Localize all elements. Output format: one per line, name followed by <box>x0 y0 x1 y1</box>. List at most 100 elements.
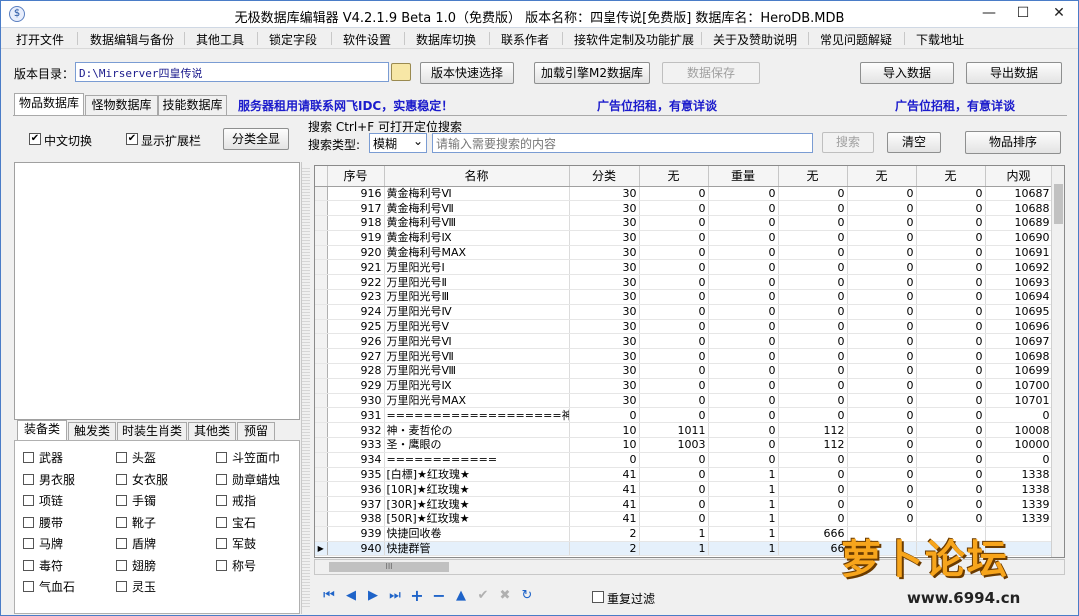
cat-shield[interactable]: 盾牌 <box>116 535 156 552</box>
table-cell[interactable]: 0 <box>708 363 779 379</box>
first-record-icon[interactable]: ⏮ <box>321 589 337 603</box>
table-cell[interactable]: 0 <box>708 230 779 246</box>
last-record-icon[interactable]: ⏭ <box>387 589 403 603</box>
checkbox[interactable] <box>116 581 127 592</box>
table-cell[interactable]: 30 <box>569 348 640 365</box>
table-cell[interactable]: 0 <box>847 186 917 202</box>
table-cell[interactable]: 2 <box>569 526 640 542</box>
row-indicator[interactable] <box>315 496 328 513</box>
table-cell[interactable]: 0 <box>847 333 917 350</box>
checkbox[interactable] <box>116 560 127 571</box>
table-cell[interactable]: 万里阳光号MAX <box>384 393 570 409</box>
search-input[interactable]: 请输入需要搜索的内容 <box>432 133 813 153</box>
table-cell[interactable]: ============ <box>384 452 570 468</box>
table-cell[interactable]: 10687 <box>985 186 1053 202</box>
table-cell[interactable]: 0 <box>916 496 986 513</box>
table-cell[interactable]: 931 <box>327 407 385 424</box>
table-cell[interactable]: 0 <box>847 496 917 513</box>
table-cell[interactable]: 万里阳光号Ⅲ <box>384 289 570 305</box>
table-cell[interactable]: 917 <box>327 200 385 217</box>
table-cell[interactable]: 30 <box>569 319 640 335</box>
table-cell[interactable]: 快捷群管 <box>384 541 570 557</box>
table-cell[interactable]: 0 <box>847 274 917 291</box>
table-cell[interactable]: 万里阳光号Ⅱ <box>384 274 570 291</box>
table-cell[interactable]: 0 <box>847 289 917 305</box>
cat-gem[interactable]: 宝石 <box>216 514 256 531</box>
table-cell[interactable]: 10 <box>569 422 640 439</box>
table-cell[interactable]: 935 <box>327 467 385 483</box>
table-cell[interactable]: [白標]★红玫瑰★ <box>384 467 570 483</box>
table-cell[interactable]: 0 <box>916 259 986 276</box>
table-cell[interactable]: [10R]★红玫瑰★ <box>384 481 570 498</box>
table-cell[interactable]: 万里阳光号Ⅵ <box>384 333 570 350</box>
table-cell[interactable]: 0 <box>847 452 917 468</box>
row-indicator[interactable] <box>315 481 328 498</box>
table-cell[interactable]: 30 <box>569 304 640 320</box>
table-cell[interactable]: 万里阳光号Ⅰ <box>384 259 570 276</box>
table-cell[interactable]: 934 <box>327 452 385 468</box>
table-cell[interactable]: 0 <box>916 378 986 394</box>
table-cell[interactable]: 41 <box>569 481 640 498</box>
table-cell[interactable]: 0 <box>916 186 986 202</box>
table-cell[interactable]: 0 <box>778 200 848 217</box>
table-cell[interactable]: 0 <box>847 407 917 424</box>
table-cell[interactable]: 1011 <box>639 422 709 439</box>
tab-item-db[interactable]: 物品数据库 <box>14 93 84 115</box>
table-cell[interactable]: 0 <box>778 259 848 276</box>
table-cell[interactable]: 0 <box>778 333 848 350</box>
table-cell[interactable]: 万里阳光号Ⅸ <box>384 378 570 394</box>
minimize-button[interactable]: — <box>972 1 1006 27</box>
table-cell[interactable]: 10000 <box>985 437 1053 453</box>
search-type-select[interactable]: 模糊 ⌄ <box>369 133 427 153</box>
table-cell[interactable]: 0 <box>639 511 709 527</box>
row-indicator[interactable] <box>315 467 328 483</box>
table-cell[interactable]: 0 <box>916 363 986 379</box>
col-header-none-2[interactable]: 无 <box>778 166 848 187</box>
table-cell[interactable]: 0 <box>847 363 917 379</box>
tab-monster-db[interactable]: 怪物数据库 <box>85 95 158 115</box>
cat-helmet[interactable]: 头盔 <box>116 449 156 466</box>
table-cell[interactable]: 2 <box>569 541 640 557</box>
table-cell[interactable]: 0 <box>639 186 709 202</box>
checkbox[interactable] <box>23 452 34 463</box>
table-cell[interactable]: 939 <box>327 526 385 542</box>
table-cell[interactable]: 0 <box>847 304 917 320</box>
table-cell[interactable]: 0 <box>916 333 986 350</box>
table-row[interactable]: 920 黄金梅利号MAX 30 0 0 0 0 0 10691 <box>315 245 1053 261</box>
table-cell[interactable]: 925 <box>327 319 385 335</box>
table-cell[interactable]: 937 <box>327 496 385 513</box>
table-cell[interactable]: 0 <box>778 481 848 498</box>
row-indicator[interactable] <box>315 304 328 320</box>
col-header-weight[interactable]: 重量 <box>708 166 779 187</box>
checkbox[interactable] <box>116 495 127 506</box>
row-indicator[interactable] <box>315 511 328 527</box>
table-cell[interactable]: 0 <box>847 378 917 394</box>
table-cell[interactable]: 10690 <box>985 230 1053 246</box>
table-cell[interactable]: 921 <box>327 259 385 276</box>
table-cell[interactable]: 0 <box>778 230 848 246</box>
cat-wings[interactable]: 翅膀 <box>116 557 156 574</box>
row-indicator[interactable] <box>315 186 328 202</box>
row-indicator[interactable] <box>315 259 328 276</box>
save-data-button[interactable]: 数据保存 <box>662 62 760 84</box>
row-indicator[interactable] <box>315 274 328 291</box>
table-cell[interactable]: 1 <box>708 541 779 557</box>
row-indicator[interactable] <box>315 333 328 350</box>
table-row[interactable]: 934 ============ 0 0 0 0 0 0 0 <box>315 452 1053 468</box>
table-cell[interactable]: 0 <box>639 215 709 231</box>
table-cell[interactable]: 0 <box>847 467 917 483</box>
table-cell[interactable]: 1339 <box>985 496 1053 513</box>
table-cell[interactable]: 0 <box>916 274 986 291</box>
table-cell[interactable]: 1338 <box>985 481 1053 498</box>
table-cell[interactable]: 1 <box>708 496 779 513</box>
table-cell[interactable]: 10698 <box>985 348 1053 365</box>
table-cell[interactable]: 0 <box>708 378 779 394</box>
table-cell[interactable]: 0 <box>778 289 848 305</box>
table-cell[interactable]: 10697 <box>985 333 1053 350</box>
menu-download[interactable]: 下载地址 <box>916 31 964 48</box>
table-cell[interactable]: 0 <box>708 407 779 424</box>
cat-ring[interactable]: 戒指 <box>216 492 256 509</box>
table-cell[interactable]: 10691 <box>985 245 1053 261</box>
cat-weapon[interactable]: 武器 <box>23 449 63 466</box>
checkbox[interactable] <box>23 538 34 549</box>
